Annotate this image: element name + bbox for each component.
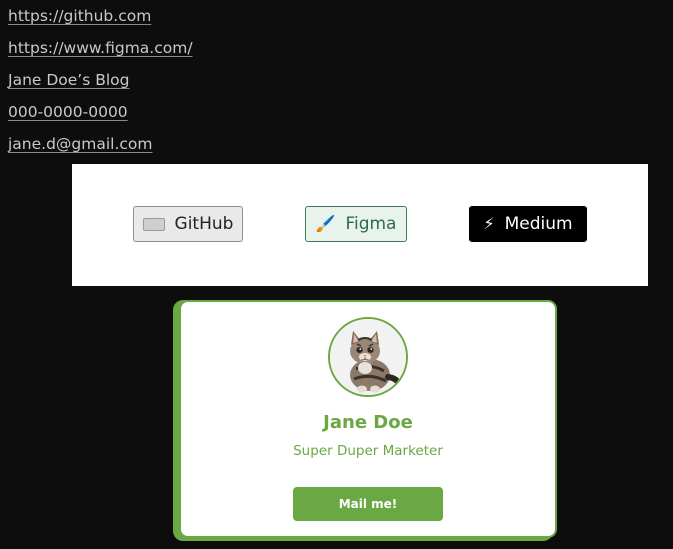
github-link[interactable]: https://github.com (8, 6, 151, 26)
github-button[interactable]: GitHub (133, 206, 243, 242)
paintbrush-icon: 🖌️ (315, 214, 336, 233)
github-button-label: GitHub (174, 214, 234, 234)
lightning-icon: ⚡ (483, 214, 495, 233)
profile-name: Jane Doe (323, 412, 413, 433)
medium-button[interactable]: ⚡ Medium (469, 206, 587, 242)
figma-link[interactable]: https://www.figma.com/ (8, 38, 193, 58)
phone-link[interactable]: 000-0000-0000 (8, 102, 128, 122)
blog-link[interactable]: Jane Doe’s Blog (8, 70, 130, 90)
medium-button-label: Medium (504, 214, 573, 234)
profile-card: Jane Doe Super Duper Marketer Mail me! (179, 300, 557, 538)
figma-button-label: Figma (345, 214, 397, 234)
mail-me-button[interactable]: Mail me! (293, 487, 443, 521)
kitten-avatar (328, 317, 408, 397)
profile-role: Super Duper Marketer (293, 443, 443, 459)
keyboard-icon (142, 217, 165, 231)
social-buttons-panel: GitHub 🖌️ Figma ⚡ Medium (72, 164, 648, 286)
email-link[interactable]: jane.d@gmail.com (8, 134, 153, 154)
figma-button[interactable]: 🖌️ Figma (305, 206, 407, 242)
